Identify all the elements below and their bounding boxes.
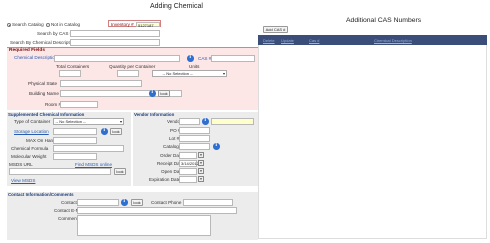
max-on-hand-label: MAX On Hand bbox=[26, 138, 56, 143]
vendor-input[interactable] bbox=[179, 118, 200, 125]
search-by-cas-input[interactable] bbox=[70, 30, 160, 37]
expiration-date-calendar-icon[interactable]: ▾ bbox=[198, 176, 204, 182]
inventory-box: Inventory # 5127187 bbox=[108, 20, 161, 27]
search-by-desc-label: Search By Chemical Description bbox=[10, 40, 76, 45]
cas-input[interactable] bbox=[211, 55, 255, 62]
room-input[interactable] bbox=[60, 101, 98, 108]
mol-weight-label: Molecular Weight bbox=[11, 154, 47, 159]
units-select-value: -- No Selection -- bbox=[162, 71, 193, 76]
qty-per-container-label: Quantity per Container bbox=[109, 64, 156, 69]
search-catalog-label: Search Catalog bbox=[12, 22, 44, 27]
search-catalog-radio[interactable] bbox=[7, 22, 11, 27]
col-cas-link[interactable]: Cas # bbox=[309, 38, 319, 43]
col-update-link[interactable]: Update bbox=[281, 38, 294, 43]
contact-look-button[interactable]: look bbox=[131, 199, 143, 206]
not-in-catalog-label: Not in Catalog bbox=[50, 22, 81, 27]
storage-location-input[interactable] bbox=[53, 128, 97, 135]
cas-panel-border bbox=[258, 45, 487, 239]
msds-url-label: MSDS URL bbox=[9, 162, 33, 167]
expiration-date-label: Expiration Date bbox=[149, 177, 181, 182]
inventory-label: Inventory # bbox=[111, 21, 134, 27]
contact-heading: Contact Information/Comments bbox=[8, 192, 74, 197]
expiration-date-input[interactable] bbox=[179, 176, 197, 183]
qty-per-container-input[interactable] bbox=[117, 70, 139, 77]
total-containers-label: Total Containers bbox=[56, 64, 90, 69]
vendor-panel: Vendor Information Vendor i PO # Lot # C… bbox=[133, 112, 258, 186]
comments-textarea[interactable] bbox=[77, 215, 211, 236]
cas-table-header: Delete Update Cas # Chemical Description bbox=[258, 35, 487, 45]
room-label: Room # bbox=[45, 102, 62, 107]
mol-weight-input[interactable] bbox=[53, 153, 97, 160]
receipt-date-calendar-icon[interactable]: ▾ bbox=[198, 160, 204, 166]
add-cas-button[interactable]: Add CAS # bbox=[263, 26, 288, 33]
search-by-desc-input[interactable] bbox=[70, 39, 160, 46]
contact-panel: Contact Information/Comments Contact i l… bbox=[7, 192, 258, 240]
type-of-container-value: -- No Selection -- bbox=[55, 119, 86, 124]
msds-look-button[interactable]: look bbox=[114, 168, 126, 175]
units-label: Units bbox=[189, 64, 200, 69]
units-select[interactable]: -- No Selection -- bbox=[152, 70, 227, 77]
col-delete-link[interactable]: Delete bbox=[263, 38, 275, 43]
building-look-button[interactable]: look bbox=[158, 90, 170, 97]
receipt-date-input[interactable]: 3/14/2012 bbox=[179, 160, 199, 167]
lot-input[interactable] bbox=[179, 135, 210, 142]
storage-look-button[interactable]: look bbox=[110, 128, 122, 135]
supplemental-panel: Supplemented Chemical Information Type o… bbox=[7, 112, 131, 186]
order-date-input[interactable] bbox=[179, 152, 197, 159]
lot-label: Lot # bbox=[169, 136, 180, 141]
catalog-info-icon[interactable]: i bbox=[213, 143, 220, 150]
open-date-input[interactable] bbox=[179, 168, 197, 175]
vendor-info-icon[interactable]: i bbox=[202, 118, 209, 125]
storage-info-icon[interactable]: i bbox=[101, 128, 108, 135]
search-options: Search Catalog Not in Catalog bbox=[7, 22, 80, 27]
open-date-calendar-icon[interactable]: ▾ bbox=[198, 168, 204, 174]
contact-input[interactable] bbox=[77, 199, 119, 206]
building-info-icon[interactable]: i bbox=[149, 90, 156, 97]
physical-state-input[interactable] bbox=[60, 80, 142, 87]
max-on-hand-input[interactable] bbox=[53, 137, 97, 144]
msds-url-input[interactable] bbox=[9, 168, 111, 175]
search-by-cas-label: Search by CAS # bbox=[37, 31, 73, 36]
page-title: Adding Chemical bbox=[150, 3, 203, 10]
cas-panel-title: Additional CAS Numbers bbox=[346, 17, 422, 24]
type-of-container-select[interactable]: -- No Selection -- bbox=[53, 118, 124, 125]
building-name-label: Building Name bbox=[29, 91, 59, 96]
contact-phone-input[interactable] bbox=[183, 199, 233, 206]
vendor-heading: Vendor Information bbox=[134, 112, 175, 117]
contact-label: Contact bbox=[61, 200, 77, 205]
view-msds-link[interactable]: View MSDS bbox=[11, 178, 35, 183]
required-heading: Required Fields bbox=[9, 48, 45, 53]
physical-state-label: Physical State bbox=[28, 81, 58, 86]
contact-phone-label: Contact Phone bbox=[151, 200, 182, 205]
chem-desc-input[interactable] bbox=[54, 55, 180, 62]
total-containers-input[interactable] bbox=[59, 70, 81, 77]
find-msds-link[interactable]: Find MSDS online bbox=[75, 162, 112, 167]
po-input[interactable] bbox=[179, 127, 210, 134]
not-in-catalog-radio[interactable] bbox=[45, 22, 50, 27]
formula-label: Chemical Formula bbox=[11, 146, 49, 151]
order-date-calendar-icon[interactable]: ▾ bbox=[198, 152, 204, 158]
chem-desc-label: Chemical Description bbox=[14, 55, 58, 60]
contact-info-icon[interactable]: i bbox=[121, 199, 128, 206]
inventory-value: 5127187 bbox=[136, 21, 160, 27]
supplemental-heading: Supplemented Chemical Information bbox=[8, 112, 85, 117]
vendor-name-input[interactable] bbox=[211, 118, 254, 125]
chem-desc-info-icon[interactable]: i bbox=[187, 55, 194, 62]
storage-location-link[interactable]: Storage Location bbox=[14, 129, 49, 134]
contact-email-input[interactable] bbox=[77, 207, 237, 214]
catalog-input[interactable] bbox=[179, 143, 210, 150]
col-desc-link[interactable]: Chemical Description bbox=[374, 38, 412, 43]
required-fields-panel: Required Fields Chemical Description i C… bbox=[7, 47, 258, 110]
cas-label: CAS # bbox=[198, 56, 212, 61]
formula-input[interactable] bbox=[53, 145, 124, 152]
type-of-container-label: Type of Container bbox=[14, 119, 51, 124]
